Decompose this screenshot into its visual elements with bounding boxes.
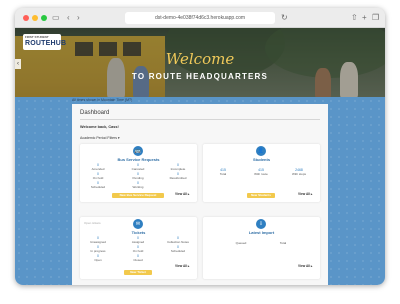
stat-label: Collection Notes [167, 240, 189, 244]
latest-import-card: ⇩ Latest Import Queued Total View All ▸ [203, 217, 320, 279]
stat-amended[interactable]: 0 Amended [78, 163, 118, 171]
import-icon: ⇩ [256, 219, 266, 229]
view-all-link[interactable]: View All ▸ [298, 192, 313, 196]
stat-label: Assigned [131, 240, 145, 244]
card-title: Bus Service Requests [117, 157, 160, 162]
stat-scheduled[interactable]: 0 Scheduled [78, 181, 118, 189]
dashboard-panel: Dashboard Welcome back, Cass! Academic P… [72, 104, 328, 285]
reload-icon[interactable]: ↻ [281, 12, 288, 24]
stat-total[interactable]: 415 Total [205, 168, 241, 176]
stat-working[interactable]: 0 Working [118, 181, 158, 189]
stat-label: Incomplete [170, 167, 186, 171]
divider [80, 119, 320, 120]
stat-label: Resubmitted [169, 176, 187, 180]
stat-open[interactable]: 0 Open [78, 254, 118, 262]
stat-label: Unassigned [90, 240, 106, 244]
stat-label: In progress [90, 249, 106, 253]
hero-collapse-arrow-icon[interactable]: ‹ [15, 59, 21, 69]
back-arrow-icon[interactable]: ‹ [67, 12, 70, 24]
welcome-heading: Welcome [165, 50, 235, 68]
maximize-window-button[interactable] [41, 15, 47, 21]
stat-label: Total [219, 172, 227, 176]
close-window-button[interactable] [23, 15, 29, 21]
stat-incomplete[interactable]: 0 Incomplete [158, 163, 198, 171]
forward-arrow-icon[interactable]: › [77, 12, 80, 24]
new-bus-service-request-button[interactable]: New Bus Service Request [112, 193, 164, 198]
stat-closed[interactable]: 0 Closed [118, 254, 158, 262]
stat-on-hold[interactable]: 0 On hold [78, 172, 118, 180]
logo-wordmark: ROUTEHUB [25, 40, 67, 47]
share-icon[interactable]: ⇧ [351, 12, 358, 24]
stat-collection-notes[interactable]: 0 Collection Notes [158, 236, 198, 244]
stat-with-route[interactable]: 415 With route [243, 168, 279, 176]
stat-label: Total [279, 241, 287, 245]
sidebar-toggle-icon[interactable]: ▭ [52, 12, 60, 24]
stat-label: Amended [91, 167, 105, 171]
stat-total[interactable]: Total [265, 241, 301, 245]
stat-label: Working [132, 185, 144, 189]
bus-service-requests-card: 🚌 Bus Service Requests 0 Amended 0 Cancele… [80, 144, 197, 202]
students-icon: 👤 [256, 146, 266, 156]
welcome-subheading: TO ROUTE HEADQUARTERS [131, 72, 269, 81]
new-students-button[interactable]: New Students [247, 193, 275, 198]
stat-queued[interactable]: Queued [223, 241, 259, 245]
browser-toolbar: ▭ ‹ › dst-demo-4e038f74d6c3.herokuapp.co… [15, 8, 385, 28]
minimize-window-button[interactable] [32, 15, 38, 21]
address-bar[interactable]: dst-demo-4e038f74d6c3.herokuapp.com [125, 12, 275, 24]
stat-on-hold[interactable]: 0 On hold [118, 245, 158, 253]
stat-label: With stops [291, 172, 306, 176]
timezone-note: All times shown in Mountain Time (MT) [72, 98, 133, 102]
page-title: Dashboard [80, 110, 110, 116]
stat-label: Closed [133, 258, 143, 262]
stat-label: On hold [92, 176, 104, 180]
stat-assigned[interactable]: 0 Assigned [118, 236, 158, 244]
tab-overview-icon[interactable]: ❐ [372, 12, 379, 24]
view-all-link[interactable]: View All ▸ [175, 264, 190, 268]
hero-banner: FIRST STUDENT ROUTEHUB Welcome TO ROUTE … [15, 28, 385, 97]
tickets-card: Open tickets ✉ Tickets 0 Unassigned 0 Assi… [80, 217, 197, 279]
stat-resubmitted[interactable]: 0 Resubmitted [158, 172, 198, 180]
stat-scheduled[interactable]: 0 Scheduled [158, 245, 198, 253]
view-all-link[interactable]: View All ▸ [175, 192, 190, 196]
new-ticket-button[interactable]: New Ticket [124, 270, 152, 275]
bus-icon: 🚌 [133, 146, 143, 156]
open-tickets-subheading: Open tickets [84, 221, 101, 225]
main-content: All times shown in Mountain Time (MT) Da… [15, 97, 385, 285]
students-card: 👤 Students 415 Total 415 With route 2468 Wi… [203, 144, 320, 202]
ticket-icon: ✉ [133, 219, 143, 229]
stat-label: With route [254, 172, 268, 176]
card-title: Latest Import [248, 230, 275, 235]
stat-canceled[interactable]: 0 Canceled [118, 163, 158, 171]
card-title: Students [252, 157, 271, 162]
card-title: Tickets [131, 230, 146, 235]
new-tab-icon[interactable]: + [362, 12, 367, 24]
stat-label: Pending [132, 176, 144, 180]
stat-pending[interactable]: 0 Pending [118, 172, 158, 180]
welcome-back-text: Welcome back, Cass! [80, 125, 119, 129]
academic-period-filter[interactable]: Academic Period Filters ▾ [80, 136, 120, 140]
stat-label: Scheduled [90, 185, 106, 189]
routehub-logo[interactable]: FIRST STUDENT ROUTEHUB [23, 34, 67, 50]
stat-label: Canceled [131, 167, 145, 171]
stat-label: Queued [235, 241, 247, 245]
stat-unassigned[interactable]: 0 Unassigned [78, 236, 118, 244]
stat-label: Scheduled [170, 249, 186, 253]
stat-label: On hold [132, 249, 144, 253]
stat-with-stops[interactable]: 2468 With stops [281, 168, 317, 176]
view-all-link[interactable]: View All ▸ [298, 264, 313, 268]
browser-window: ▭ ‹ › dst-demo-4e038f74d6c3.herokuapp.co… [15, 8, 385, 285]
stat-label: Open [94, 258, 102, 262]
stat-in-progress[interactable]: 0 In progress [78, 245, 118, 253]
